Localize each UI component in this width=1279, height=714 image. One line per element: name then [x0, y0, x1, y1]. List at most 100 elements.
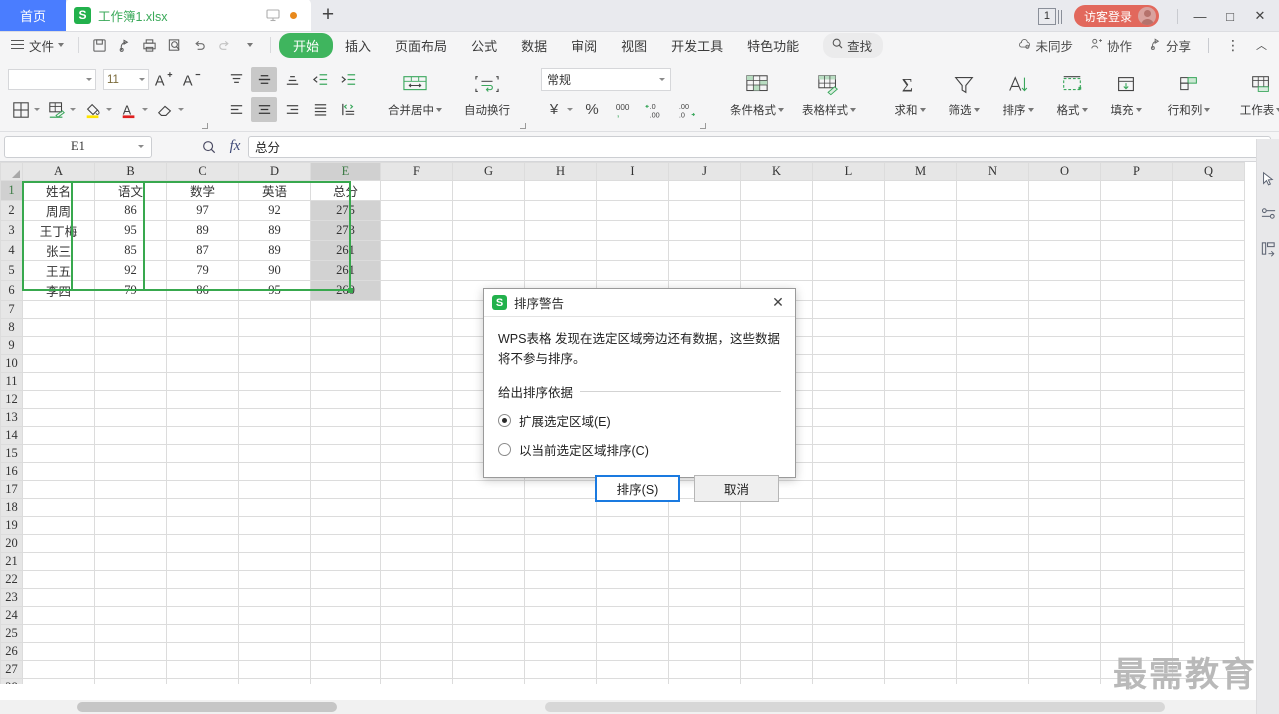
cell-E6[interactable]: 260: [310, 280, 381, 301]
cell-L17[interactable]: [812, 480, 885, 499]
cell-I20[interactable]: [596, 534, 669, 553]
cell-M9[interactable]: [884, 336, 957, 355]
cell-B27[interactable]: [94, 660, 167, 679]
cell-Q20[interactable]: [1172, 534, 1245, 553]
cell-F6[interactable]: [380, 280, 453, 301]
cell-M2[interactable]: [884, 200, 957, 221]
cell-P22[interactable]: [1100, 570, 1173, 589]
cell-C1[interactable]: 数学: [166, 180, 239, 201]
row-header-22[interactable]: 22: [0, 570, 23, 589]
cell-B26[interactable]: [94, 642, 167, 661]
cell-F19[interactable]: [380, 516, 453, 535]
cell-G25[interactable]: [452, 624, 525, 643]
cell-E18[interactable]: [310, 498, 381, 517]
cell-J1[interactable]: [668, 180, 741, 201]
row-header-26[interactable]: 26: [0, 642, 23, 661]
cell-K28[interactable]: [740, 678, 813, 684]
cell-M10[interactable]: [884, 354, 957, 373]
transpose-icon[interactable]: [1259, 239, 1278, 258]
cell-K19[interactable]: [740, 516, 813, 535]
cell-O27[interactable]: [1028, 660, 1101, 679]
row-header-23[interactable]: 23: [0, 588, 23, 607]
cell-D2[interactable]: 92: [238, 200, 311, 221]
cell-D6[interactable]: 95: [238, 280, 311, 301]
cell-H4[interactable]: [524, 240, 597, 261]
column-header-G[interactable]: G: [452, 162, 525, 181]
row-header-10[interactable]: 10: [0, 354, 23, 373]
decrease-decimal-button[interactable]: .00.0: [673, 97, 703, 122]
cell-O26[interactable]: [1028, 642, 1101, 661]
cell-O23[interactable]: [1028, 588, 1101, 607]
cell-D3[interactable]: 89: [238, 220, 311, 241]
cell-A2[interactable]: 周周: [22, 200, 95, 221]
cell-L28[interactable]: [812, 678, 885, 684]
cell-D5[interactable]: 90: [238, 260, 311, 281]
cell-J27[interactable]: [668, 660, 741, 679]
cell-O17[interactable]: [1028, 480, 1101, 499]
cell-A27[interactable]: [22, 660, 95, 679]
cell-L5[interactable]: [812, 260, 885, 281]
share-button[interactable]: 分享: [1142, 36, 1197, 55]
cell-H19[interactable]: [524, 516, 597, 535]
window-count-badge[interactable]: 1: [1037, 7, 1056, 25]
column-header-H[interactable]: H: [524, 162, 597, 181]
cell-E4[interactable]: 261: [310, 240, 381, 261]
percent-format-button[interactable]: %: [577, 97, 607, 122]
cell-M27[interactable]: [884, 660, 957, 679]
cell-E10[interactable]: [310, 354, 381, 373]
column-header-E[interactable]: E: [310, 162, 381, 181]
column-header-N[interactable]: N: [956, 162, 1029, 181]
cell-B25[interactable]: [94, 624, 167, 643]
comma-format-button[interactable]: 000,: [609, 97, 639, 122]
cell-Q18[interactable]: [1172, 498, 1245, 517]
cell-D9[interactable]: [238, 336, 311, 355]
cell-P6[interactable]: [1100, 280, 1173, 301]
cell-P20[interactable]: [1100, 534, 1173, 553]
format-button[interactable]: 格式: [1045, 71, 1099, 118]
cell-C3[interactable]: 89: [166, 220, 239, 241]
row-header-13[interactable]: 13: [0, 408, 23, 427]
cell-O1[interactable]: [1028, 180, 1101, 201]
cursor-icon[interactable]: [1259, 169, 1278, 188]
cell-K23[interactable]: [740, 588, 813, 607]
cell-E23[interactable]: [310, 588, 381, 607]
cell-Q26[interactable]: [1172, 642, 1245, 661]
cell-J28[interactable]: [668, 678, 741, 684]
cell-N25[interactable]: [956, 624, 1029, 643]
cell-C5[interactable]: 79: [166, 260, 239, 281]
cell-N15[interactable]: [956, 444, 1029, 463]
file-menu[interactable]: 文件: [8, 36, 67, 55]
cell-F1[interactable]: [380, 180, 453, 201]
cell-L9[interactable]: [812, 336, 885, 355]
cell-P5[interactable]: [1100, 260, 1173, 281]
cell-L16[interactable]: [812, 462, 885, 481]
cell-N2[interactable]: [956, 200, 1029, 221]
cell-B5[interactable]: 92: [94, 260, 167, 281]
cell-Q24[interactable]: [1172, 606, 1245, 625]
close-button[interactable]: ✕: [1245, 2, 1275, 30]
align-right-button[interactable]: [279, 97, 305, 122]
cell-F12[interactable]: [380, 390, 453, 409]
cell-P26[interactable]: [1100, 642, 1173, 661]
cell-E12[interactable]: [310, 390, 381, 409]
cell-C25[interactable]: [166, 624, 239, 643]
cell-M19[interactable]: [884, 516, 957, 535]
cell-A25[interactable]: [22, 624, 95, 643]
cell-N21[interactable]: [956, 552, 1029, 571]
cell-M18[interactable]: [884, 498, 957, 517]
undo-icon[interactable]: [187, 34, 212, 56]
cell-I3[interactable]: [596, 220, 669, 241]
cell-N1[interactable]: [956, 180, 1029, 201]
cell-C12[interactable]: [166, 390, 239, 409]
cell-L1[interactable]: [812, 180, 885, 201]
cell-Q6[interactable]: [1172, 280, 1245, 301]
cell-P4[interactable]: [1100, 240, 1173, 261]
cell-F26[interactable]: [380, 642, 453, 661]
cell-B14[interactable]: [94, 426, 167, 445]
cell-E27[interactable]: [310, 660, 381, 679]
cell-A17[interactable]: [22, 480, 95, 499]
cell-A9[interactable]: [22, 336, 95, 355]
cell-M6[interactable]: [884, 280, 957, 301]
cell-E20[interactable]: [310, 534, 381, 553]
cell-L4[interactable]: [812, 240, 885, 261]
